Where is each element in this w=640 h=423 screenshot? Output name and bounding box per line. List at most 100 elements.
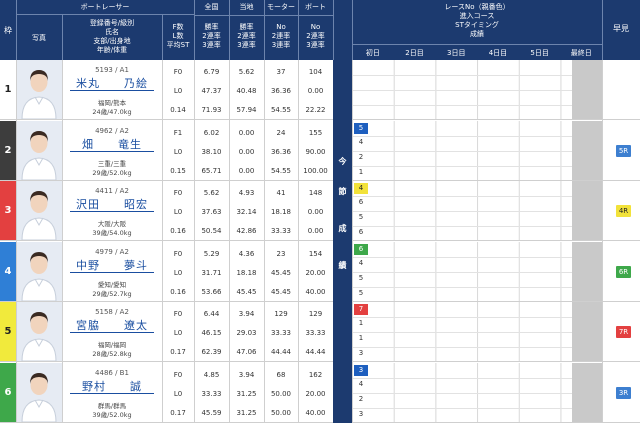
early-race-badge[interactable]: 7R [616,326,631,338]
boat-value: 40.00 [305,287,326,296]
current-series-char: 節 [338,187,347,196]
racer-name-link[interactable]: 畑 竜生 [70,138,154,152]
boat-stats: 148 0.00 0.00 [298,181,333,240]
motor-value: 41 [276,189,286,197]
race-info-line: レースNo（親番色） [444,3,510,11]
boat-value: 0.00 [307,227,324,235]
racer-info: 4486 / B1 野村 誠 群馬/群馬 39歳/52.0kg [62,363,162,422]
local-line: 勝率 [239,23,254,31]
boat-label: ボート [305,3,326,11]
avg-st: 0.17 [170,408,186,417]
series-schedule [352,302,602,361]
racer-name-link[interactable]: 米丸 乃絵 [70,77,154,91]
racer-name-link[interactable]: 宮脇 遼太 [70,319,154,333]
early-label: 早見 [613,24,629,33]
current-series-char: 成 [338,224,347,233]
frame-number: 2 [0,120,16,180]
local-stats: 4.36 18.18 45.45 [229,242,264,301]
header-boat-racer: ボートレーサー [16,0,194,14]
day-label: 初日 [365,49,380,57]
motor-value: 129 [274,310,288,318]
local-value: 31.25 [236,389,257,398]
racer-age-weight: 29歳/52.7kg [92,289,132,298]
boat-value: 40.00 [305,408,326,417]
l-count: L0 [173,268,183,277]
local-value: 29.03 [236,329,257,337]
motor-line: 2連率 [271,32,291,40]
f-count: F1 [173,128,183,137]
national-value: 4.85 [203,370,220,379]
national-value: 71.93 [201,106,222,114]
final-day-column [572,302,602,361]
l-count: L0 [173,147,183,156]
series-schedule [352,120,602,180]
racer-photo [16,181,62,240]
header-early: 早見 [602,0,640,60]
early-race-badge[interactable]: 5R [616,144,631,157]
boat-value: 90.00 [305,147,326,156]
f-l-st: F0 L0 0.17 [162,363,194,422]
motor-value: 33.33 [270,329,292,337]
racer-info: 4979 / A2 中野 夢斗 愛知/愛知 29歳/52.7kg [62,242,162,301]
motor-value: 36.36 [270,147,292,156]
local-value: 0.00 [238,128,255,137]
racer-name-link[interactable]: 沢田 昭宏 [70,198,154,212]
current-result: 3 [358,349,364,357]
f-count: F0 [173,249,183,258]
racer-photo [16,60,62,119]
day-label: 3日目 [447,49,466,57]
motor-value: 44.44 [270,348,292,356]
racer-age-weight: 28歳/52.8kg [92,350,132,358]
racer-photo [16,362,62,422]
boat-value: 162 [308,370,323,379]
racer-id-class: 5158 / A2 [95,308,129,316]
current-series-char: 今 [338,157,347,166]
national-stats: 6.79 47.37 71.93 [194,60,229,119]
early-race-badge[interactable]: 3R [616,386,631,399]
boat-stats: 104 0.00 22.22 [298,60,333,119]
motor-value: 54.55 [270,166,292,175]
national-value: 62.39 [201,348,222,356]
day-label: 最終日 [570,49,592,57]
racer-age-weight: 24歳/47.0kg [92,108,132,116]
boat-value: 155 [308,128,323,137]
national-value: 50.54 [201,227,222,235]
early-race-badge[interactable]: 6R [616,265,631,278]
current-result: 5 [358,288,364,297]
local-value: 47.06 [236,348,257,356]
header-national: 全国 勝率 2連率 3連率 [194,0,229,60]
local-value: 18.18 [236,268,257,277]
national-stats: 6.44 46.15 62.39 [194,302,229,361]
motor-stats: 24 36.36 54.55 [264,121,298,180]
boat-racer-label: ボートレーサー [80,3,130,11]
early-race-badge[interactable]: 4R [616,205,631,217]
boat-value: 0.00 [307,208,324,216]
boat-value: 20.00 [305,389,326,398]
f-count: F0 [173,189,183,197]
racer-id-class: 4979 / A2 [95,247,129,256]
boat-value: 44.44 [305,348,326,356]
current-course: 1 [358,319,364,327]
f-l-st: F0 L0 0.14 [162,60,194,119]
national-value: 5.62 [203,189,220,197]
local-value: 0.00 [238,166,255,175]
racer-name-link[interactable]: 野村 誠 [70,380,154,394]
racer-photo [16,241,62,301]
racer-row: 6 4486 / B1 野村 誠 群馬/群馬 39歳/52.0kg F0 L0 … [0,362,640,423]
final-day-column [572,241,602,301]
national-stats: 5.29 31.71 53.66 [194,242,229,301]
current-race-no: 5 [354,122,368,134]
f-l-st: F1 L0 0.15 [162,121,194,180]
day-label: 5日目 [530,49,549,57]
race-info-line: 進入コース [459,12,495,20]
racer-name-link[interactable]: 中野 夢斗 [70,259,154,273]
local-value: 4.93 [238,189,255,197]
l-count: L0 [173,329,183,337]
racer-age-weight: 39歳/52.0kg [92,410,132,419]
racer-row: 1 5193 / A1 米丸 乃絵 福岡/熊本 24歳/47.0kg F0 L0… [0,60,640,120]
current-race-no: 4 [354,183,368,194]
boat-stats: 155 90.00 100.00 [298,121,333,180]
boat-line: 2連率 [306,32,325,40]
f-l-st: F0 L0 0.17 [162,302,194,361]
local-stats: 3.94 29.03 47.06 [229,302,264,361]
